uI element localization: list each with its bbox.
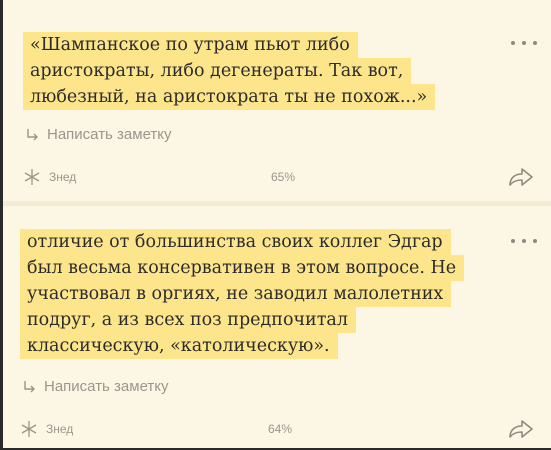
quote-line: «Шампанское по утрам пьют либо (23, 32, 358, 58)
quote-line: любезный, на аристократа ты не похож...» (23, 84, 436, 110)
reply-arrow-icon (27, 128, 38, 140)
more-dots-icon[interactable] (511, 236, 537, 246)
write-note-label: Написать заметку (44, 378, 169, 395)
write-note-button[interactable]: Написать заметку (25, 126, 172, 143)
author-name: Знед (46, 422, 74, 436)
quote-text[interactable]: «Шампанское по утрам пьют либо аристокра… (23, 32, 436, 110)
star-icon (21, 421, 37, 437)
quote-line: аристократы, либо дегенераты. Так вот, (23, 58, 412, 84)
progress-percent: 65% (271, 170, 296, 184)
card-footer: Знед 64% (20, 416, 537, 442)
reply-arrow-icon (24, 380, 35, 392)
quote-card: «Шампанское по утрам пьют либо аристокра… (3, 0, 551, 201)
author-name: Знед (49, 170, 77, 184)
card-footer: Знед 65% (23, 164, 537, 190)
quote-text[interactable]: отличие от большинства своих коллег Эдга… (20, 229, 465, 359)
author-link[interactable]: Знед (20, 420, 73, 438)
quote-line: был весьма консервативен в этом вопросе.… (20, 255, 465, 281)
share-icon[interactable] (507, 417, 535, 441)
star-icon (24, 169, 40, 185)
progress-percent: 64% (268, 422, 293, 436)
quote-line: участвовал в оргиях, не заводил малолетн… (20, 281, 452, 307)
more-dots-icon[interactable] (511, 38, 537, 48)
quote-line: отличие от большинства своих коллег Эдга… (20, 229, 451, 255)
write-note-button[interactable]: Написать заметку (22, 378, 169, 395)
share-icon[interactable] (507, 165, 535, 189)
quote-line: подруг, а из всех поз предпочитал (20, 307, 356, 333)
write-note-label: Написать заметку (47, 126, 172, 143)
quote-line: классическую, «католическую». (20, 333, 338, 359)
author-link[interactable]: Знед (23, 168, 76, 186)
